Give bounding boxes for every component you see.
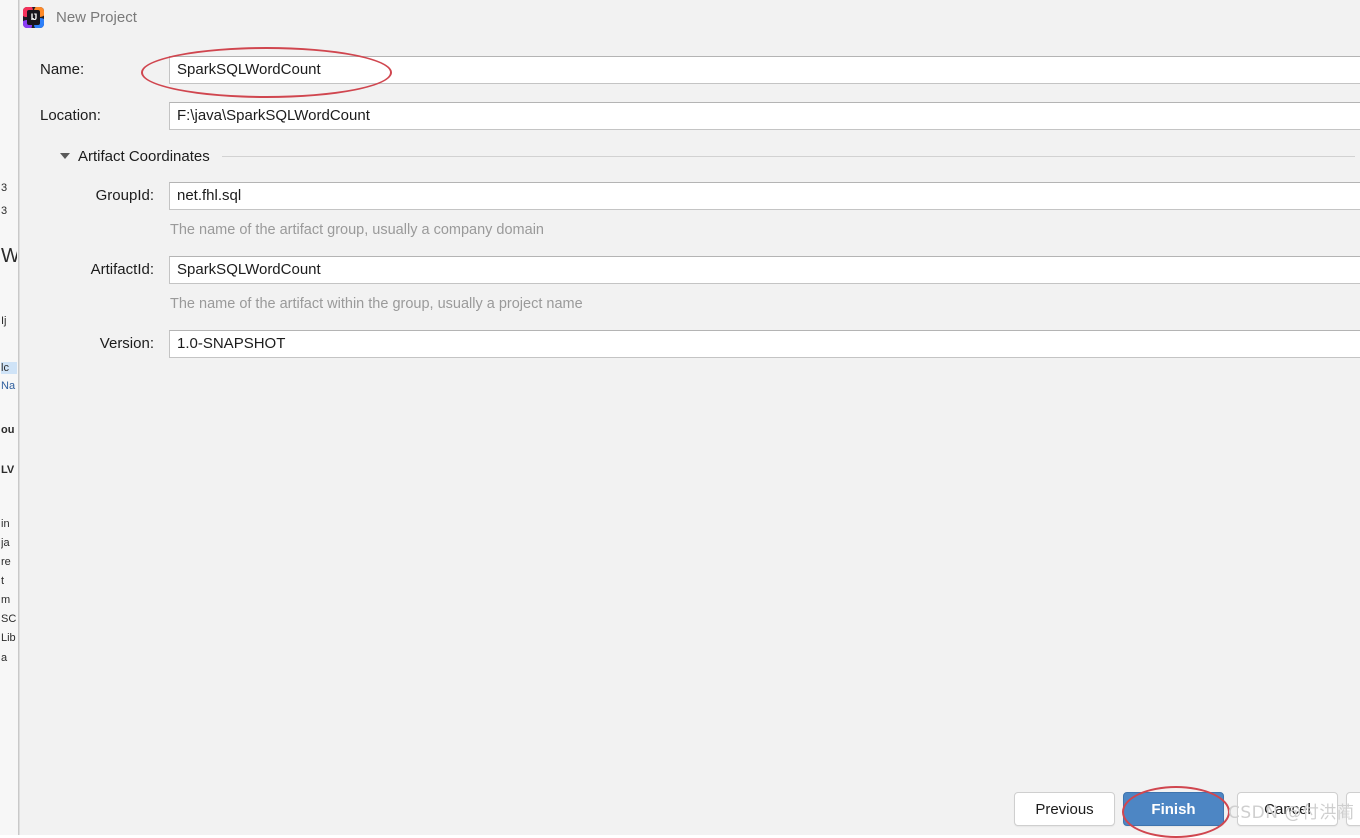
- version-label: Version:: [99, 335, 154, 352]
- bg-fragment: ou: [1, 424, 15, 436]
- bg-fragment: Lib: [1, 632, 16, 644]
- bg-fragment: SC: [1, 613, 17, 625]
- bg-fragment: LV: [1, 464, 15, 476]
- bg-fragment: W: [1, 245, 17, 267]
- location-input[interactable]: F:\java\SparkSQLWordCount: [169, 102, 1360, 130]
- icon-letters: IJ: [27, 9, 40, 25]
- section-divider: [221, 155, 1355, 157]
- csdn-watermark: CSDN @付洪蔺: [1228, 803, 1355, 823]
- bg-fragment: m: [1, 594, 11, 606]
- bg-fragment: 3: [1, 182, 8, 194]
- bg-fragment: t: [1, 575, 5, 587]
- intellij-idea-icon: IJ: [23, 6, 44, 28]
- new-project-dialog: IJ New Project Name: SparkSQLWordCount L…: [19, 0, 1360, 835]
- artifact-id-hint: The name of the artifact within the grou…: [170, 296, 583, 312]
- artifact-id-input[interactable]: SparkSQLWordCount: [169, 256, 1360, 284]
- bg-fragment: ja: [1, 537, 10, 549]
- name-label: Name:: [40, 61, 85, 78]
- group-id-label: GroupId:: [95, 187, 154, 204]
- previous-button[interactable]: Previous: [1014, 792, 1115, 826]
- chevron-down-icon[interactable]: [60, 153, 70, 159]
- artifact-coordinates-section-header[interactable]: Artifact Coordinates: [60, 146, 1355, 166]
- group-id-hint: The name of the artifact group, usually …: [170, 222, 544, 238]
- bg-fragment: lc: [1, 362, 17, 375]
- bg-fragment: in: [1, 518, 10, 530]
- bg-fragment: re: [1, 556, 11, 568]
- dialog-title: New Project: [56, 8, 137, 26]
- name-input[interactable]: SparkSQLWordCount: [169, 56, 1360, 84]
- bg-fragment: Ij: [1, 315, 7, 327]
- bg-fragment: Na: [1, 380, 16, 392]
- version-input[interactable]: 1.0-SNAPSHOT: [169, 330, 1360, 358]
- bg-fragment: a: [1, 652, 8, 664]
- location-label: Location:: [40, 107, 101, 124]
- background-ide-sliver: 3 3 W Ij lc Na ou LV in ja re t m SC Lib…: [0, 0, 19, 835]
- artifact-coordinates-label: Artifact Coordinates: [78, 147, 210, 165]
- dialog-titlebar: IJ New Project: [20, 0, 1360, 34]
- bg-fragment: 3: [1, 205, 8, 217]
- finish-button[interactable]: Finish: [1123, 792, 1224, 826]
- artifact-id-label: ArtifactId:: [90, 261, 154, 278]
- group-id-input[interactable]: net.fhl.sql: [169, 182, 1360, 210]
